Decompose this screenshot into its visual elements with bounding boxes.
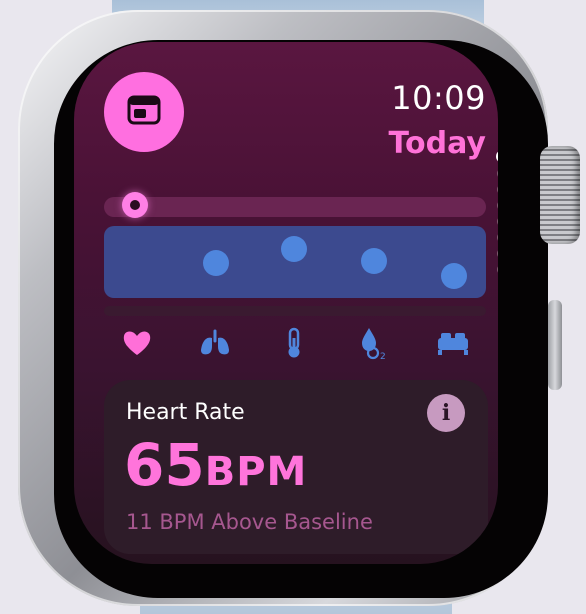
- lungs-icon[interactable]: [198, 326, 232, 360]
- vitals-app-button[interactable]: [104, 72, 184, 152]
- respiratory-reading-dot: [281, 236, 307, 262]
- heart-rate-unit: BPM: [204, 449, 308, 495]
- side-button[interactable]: [548, 300, 562, 390]
- page-dot: [497, 248, 498, 259]
- baseline-comparison: 11 BPM Above Baseline: [126, 510, 373, 534]
- bed-icon[interactable]: [436, 326, 470, 360]
- heart-rate-track: [104, 197, 486, 217]
- digital-crown[interactable]: [540, 146, 580, 244]
- watch-screen: 10:09 Today 2 Heart Rate i 65BPM 11 BPM …: [74, 42, 498, 564]
- thermometer-icon[interactable]: [277, 326, 311, 360]
- blood-oxygen-icon[interactable]: 2: [358, 326, 392, 362]
- respiratory-reading-dot: [203, 250, 229, 276]
- page-dot: [497, 168, 498, 179]
- heart-rate-number: 65: [124, 431, 205, 499]
- page-dot-active: [496, 150, 498, 163]
- heart-rate-marker: [122, 192, 148, 218]
- page-dot: [497, 232, 498, 243]
- page-dot: [497, 184, 498, 195]
- card-title: Heart Rate: [126, 400, 245, 425]
- date-label[interactable]: Today: [389, 126, 486, 161]
- heart-rate-value: 65BPM: [124, 436, 307, 494]
- info-icon: i: [441, 400, 451, 426]
- heart-icon[interactable]: [120, 326, 154, 360]
- respiratory-reading-dot: [441, 263, 467, 289]
- clock-time: 10:09: [391, 79, 486, 117]
- info-button[interactable]: i: [427, 394, 465, 432]
- svg-text:2: 2: [380, 352, 386, 360]
- page-dot: [497, 200, 498, 211]
- metric-track: [104, 306, 486, 316]
- page-dot: [497, 216, 498, 227]
- page-dot: [497, 264, 498, 275]
- respiratory-reading-dot: [361, 248, 387, 274]
- card-icon: [127, 95, 161, 130]
- heart-rate-card[interactable]: Heart Rate i 65BPM 11 BPM Above Baseline: [104, 380, 488, 554]
